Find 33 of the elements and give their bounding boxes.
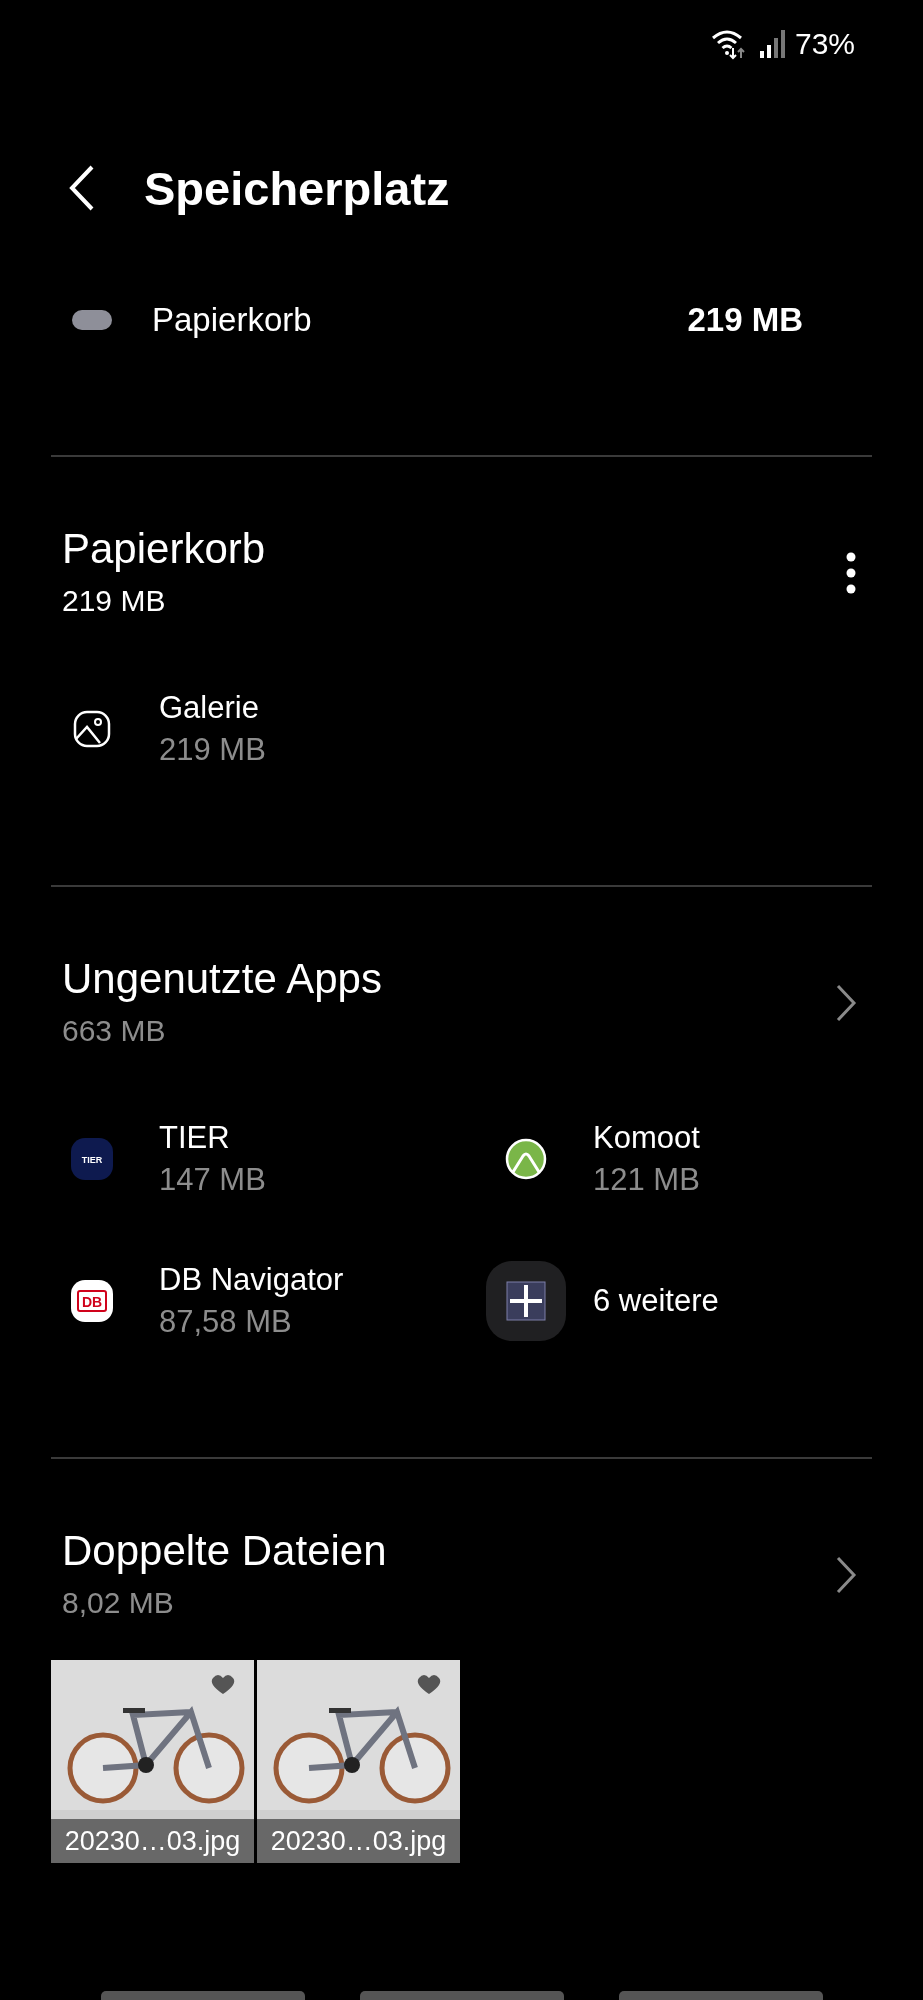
page-title: Speicherplatz: [144, 160, 450, 216]
app-size: 121 MB: [593, 1161, 700, 1199]
navigation-bar-handle[interactable]: [618, 1991, 823, 2000]
navigation-bar-handle[interactable]: [100, 1991, 305, 2000]
section-size: 663 MB: [62, 1013, 167, 1049]
app-name[interactable]: 6 weitere: [593, 1280, 719, 1322]
app-size: 87,58 MB: [159, 1303, 293, 1341]
navigation-bar-handle[interactable]: [359, 1991, 564, 2000]
section-size: 8,02 MB: [62, 1585, 175, 1621]
section-title: Doppelte Dateien: [62, 1526, 388, 1576]
app-icon: [505, 1138, 547, 1180]
battery-level: 73%: [794, 27, 855, 61]
app-name[interactable]: Komoot: [593, 1117, 700, 1159]
app-size: 147 MB: [159, 1161, 266, 1199]
app-icon: DB: [71, 1280, 113, 1322]
file-name-label: 20230…03.jpg: [257, 1819, 460, 1863]
app-icon: TIER: [71, 1138, 113, 1180]
signal-icon: [758, 29, 785, 59]
item-name[interactable]: Galerie: [159, 687, 266, 729]
section-size: 219 MB: [62, 583, 167, 619]
legend-value: 219 MB: [687, 301, 803, 339]
chevron-right-icon[interactable]: [835, 1554, 857, 1595]
app-name[interactable]: TIER: [159, 1117, 266, 1159]
section-title: Papierkorb: [62, 524, 267, 574]
item-size: 219 MB: [159, 731, 266, 769]
app-name[interactable]: DB Navigator: [159, 1259, 344, 1301]
chevron-right-icon[interactable]: [835, 982, 857, 1023]
plus-icon[interactable]: [486, 1261, 566, 1341]
file-name-label: 20230…03.jpg: [51, 1819, 254, 1863]
legend-label: Papierkorb: [152, 301, 313, 339]
kebab-menu-icon[interactable]: [845, 550, 857, 595]
image-icon: [72, 709, 112, 749]
section-title: Ungenutzte Apps: [62, 954, 383, 1004]
